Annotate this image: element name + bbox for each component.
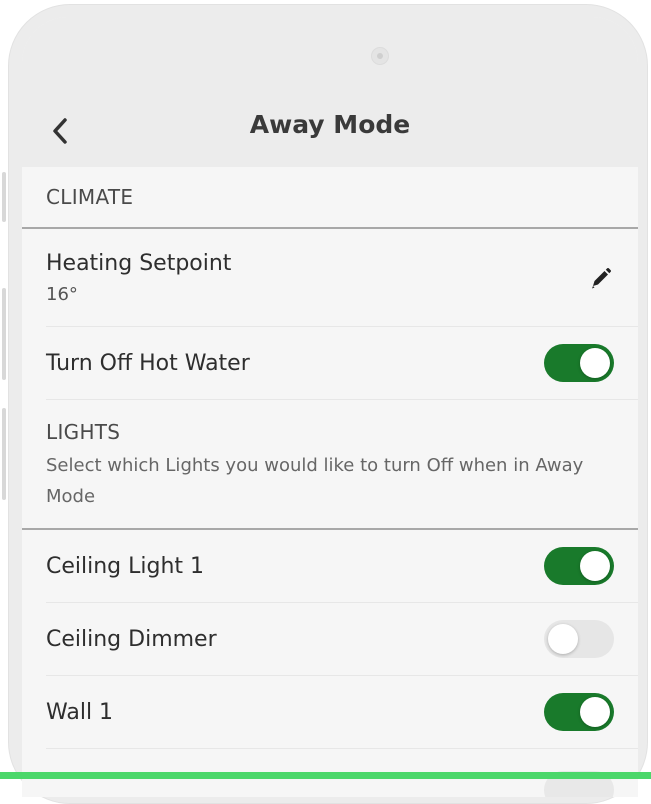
settings-list: CLIMATE Heating Setpoint 16° Turn Off Ho… xyxy=(22,167,638,749)
light-toggle-wall-1[interactable] xyxy=(544,693,614,731)
light-row-ceiling-dimmer: Ceiling Dimmer xyxy=(46,603,638,676)
dynamic-island xyxy=(247,33,409,79)
heating-setpoint-text: Heating Setpoint 16° xyxy=(46,251,231,305)
light-label: Ceiling Dimmer xyxy=(46,626,217,652)
light-label: Ceiling Light 1 xyxy=(46,553,205,579)
climate-section-header: CLIMATE xyxy=(22,167,638,229)
lights-section-description: Select which Lights you would like to tu… xyxy=(46,455,584,507)
heating-setpoint-value: 16° xyxy=(46,283,78,305)
light-label: Wall 1 xyxy=(46,699,114,725)
hot-water-toggle[interactable] xyxy=(544,344,614,382)
pencil-icon xyxy=(592,267,612,289)
bottom-accent-bar xyxy=(0,772,651,779)
toggle-knob xyxy=(548,624,578,654)
light-toggle-ceiling-light-1[interactable] xyxy=(544,547,614,585)
page-title: Away Mode xyxy=(249,110,411,139)
toggle-knob xyxy=(580,348,610,378)
side-button xyxy=(2,288,6,380)
side-button xyxy=(2,408,6,500)
toggle-knob xyxy=(580,551,610,581)
light-row-ceiling-light-1: Ceiling Light 1 xyxy=(46,530,638,603)
light-row-wall-1: Wall 1 xyxy=(46,676,638,749)
camera-icon xyxy=(371,47,389,65)
edit-setpoint-button[interactable] xyxy=(586,265,614,293)
side-button xyxy=(2,172,6,222)
hot-water-row: Turn Off Hot Water xyxy=(46,327,638,400)
heating-setpoint-label: Heating Setpoint xyxy=(46,250,232,276)
lights-section-title: LIGHTS xyxy=(46,420,121,444)
phone-screen: Away Mode CLIMATE Heating Setpoint 16° T… xyxy=(22,17,638,797)
toggle-knob xyxy=(580,697,610,727)
hot-water-label: Turn Off Hot Water xyxy=(46,350,250,376)
lights-section-header: LIGHTS Select which Lights you would lik… xyxy=(22,400,638,530)
heating-setpoint-row[interactable]: Heating Setpoint 16° xyxy=(46,229,638,327)
navigation-bar: Away Mode xyxy=(22,17,638,167)
light-toggle-ceiling-dimmer[interactable] xyxy=(544,620,614,658)
